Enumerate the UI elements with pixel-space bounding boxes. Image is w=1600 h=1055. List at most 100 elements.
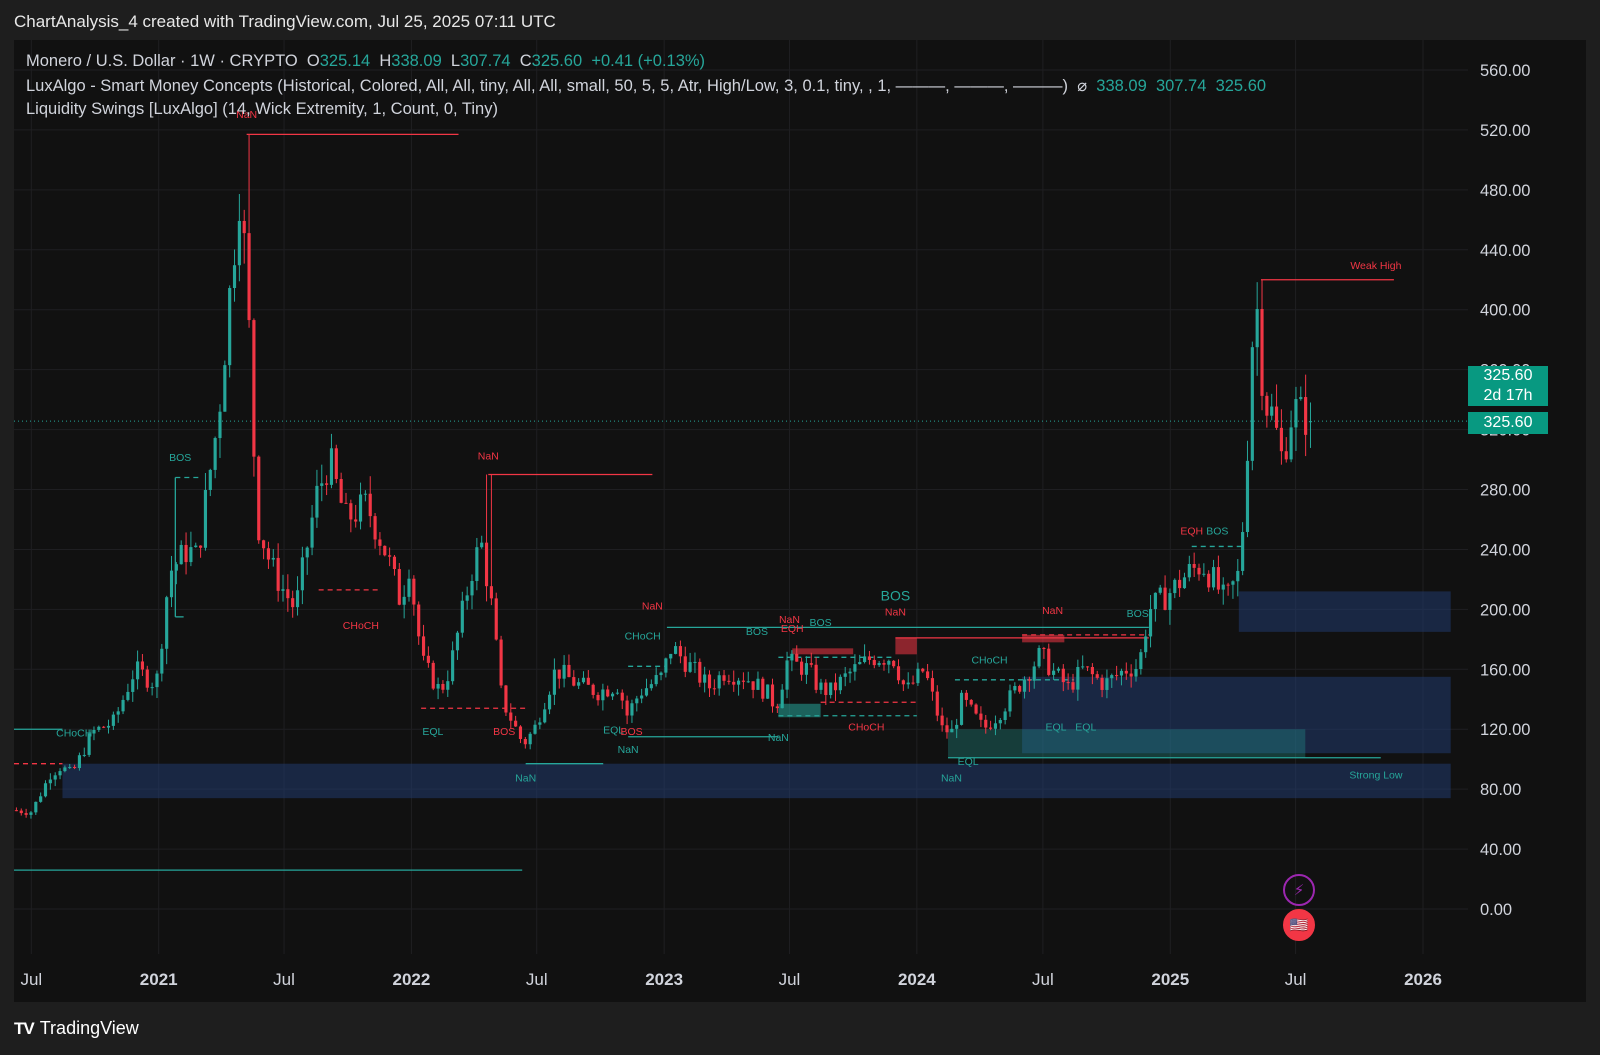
candle — [315, 469, 319, 528]
candle-body — [877, 663, 881, 666]
candle-body — [489, 586, 493, 599]
candle — [339, 472, 343, 504]
candle — [126, 683, 130, 702]
candle — [276, 543, 280, 602]
candle-body — [165, 597, 169, 649]
candle-body — [824, 682, 828, 696]
price-axis-label: 0.00 — [1480, 901, 1512, 919]
candle-body — [586, 677, 590, 685]
candle-body — [1100, 677, 1104, 690]
header-title: ChartAnalysis_4 created with TradingView… — [14, 12, 556, 31]
candle-body — [610, 693, 615, 697]
candle-body — [417, 604, 421, 637]
candle-body — [34, 801, 38, 813]
candle — [867, 650, 872, 665]
candle-body — [232, 265, 237, 289]
candle — [863, 644, 867, 664]
candle-body — [77, 755, 82, 769]
candle-body — [989, 727, 993, 729]
legend-indicator1-row[interactable]: LuxAlgo - Smart Money Concepts (Historic… — [26, 76, 1266, 96]
candle-body — [266, 548, 271, 560]
candle-body — [1284, 451, 1288, 460]
smc-label: EQL — [1046, 722, 1067, 734]
candle — [562, 655, 566, 688]
candle-body — [402, 596, 406, 605]
legend-low-label: L — [450, 52, 461, 70]
candle-body — [722, 675, 726, 681]
candle-body — [698, 661, 702, 683]
candle — [39, 792, 43, 803]
candle-body — [926, 671, 930, 679]
candle-body — [625, 700, 629, 716]
candle — [320, 464, 324, 502]
candle — [504, 684, 508, 717]
candle-body — [950, 728, 954, 733]
smc-label: NaN — [885, 606, 906, 618]
candle-body — [1139, 652, 1143, 670]
candle-body — [199, 545, 203, 548]
legend-symbol: Monero / U.S. Dollar · 1W · CRYPTO — [26, 52, 298, 70]
candle-body — [504, 685, 508, 713]
candle — [610, 692, 615, 700]
candle-body — [644, 688, 649, 696]
candle-body — [940, 715, 944, 726]
candle — [92, 726, 96, 741]
candle — [620, 689, 624, 710]
candle-body — [887, 660, 891, 665]
price-axis-label: 280.00 — [1480, 482, 1530, 500]
candle — [528, 731, 532, 750]
candle-body — [1216, 567, 1220, 590]
candle-body — [945, 725, 949, 733]
chart-frame[interactable]: NaN BOS CHoCH NaN CHoCH EQL BOS NaN CHoCH NaN EQL B… — [14, 40, 1586, 1002]
legend-indicator2-row[interactable]: Liquidity Swings [LuxAlgo] (14, Wick Ext… — [26, 100, 498, 119]
candle-body — [334, 448, 338, 480]
candle-body — [775, 706, 779, 709]
candle-body — [208, 469, 212, 490]
candle-body — [581, 677, 586, 683]
candle — [1148, 595, 1153, 648]
candle-body — [1071, 682, 1075, 690]
candle — [53, 772, 57, 787]
legend-indicator1-symbol: ⌀ — [1077, 77, 1088, 95]
candle — [649, 679, 653, 691]
price-chart[interactable]: NaN BOS CHoCH NaN CHoCH EQL BOS NaN CHoCH NaN EQL B… — [14, 40, 1586, 1002]
candle-body — [136, 661, 140, 680]
smc-label: NaN — [941, 773, 962, 785]
candle-body — [974, 704, 978, 714]
candle — [441, 680, 445, 694]
candle — [1085, 666, 1090, 672]
candle — [1226, 582, 1230, 596]
price-axis-label: 560.00 — [1480, 62, 1530, 80]
candle-body — [257, 456, 261, 541]
candle — [567, 654, 571, 678]
us-flag-icon[interactable]: 🇺🇸 — [1283, 909, 1315, 941]
candle-body — [664, 658, 668, 673]
candle — [664, 657, 668, 678]
candle-body — [1095, 674, 1099, 678]
candle — [121, 695, 125, 715]
candle — [1192, 552, 1196, 578]
candle — [737, 677, 741, 696]
candle-body — [1153, 592, 1157, 610]
candle-body — [1221, 584, 1225, 590]
candle-body — [1308, 421, 1313, 423]
candle — [707, 670, 712, 697]
lightning-icon[interactable]: ⚡ — [1283, 874, 1315, 906]
candle-body — [29, 812, 33, 815]
candle — [577, 678, 581, 689]
candle — [572, 670, 576, 687]
price-axis-label: 240.00 — [1480, 541, 1530, 559]
candle — [1211, 559, 1216, 591]
candle-body — [552, 669, 556, 695]
tradingview-logo[interactable]: TV TradingView — [14, 1018, 139, 1039]
candle-body — [766, 684, 770, 699]
candle — [378, 532, 382, 556]
candle — [247, 134, 251, 328]
candle-body — [329, 448, 334, 485]
candle-body — [814, 664, 818, 690]
legend-close-label: C — [519, 52, 532, 70]
candle-body — [1173, 579, 1177, 594]
candle-body — [281, 589, 285, 591]
candle — [465, 586, 469, 610]
candle-body — [1304, 397, 1308, 435]
